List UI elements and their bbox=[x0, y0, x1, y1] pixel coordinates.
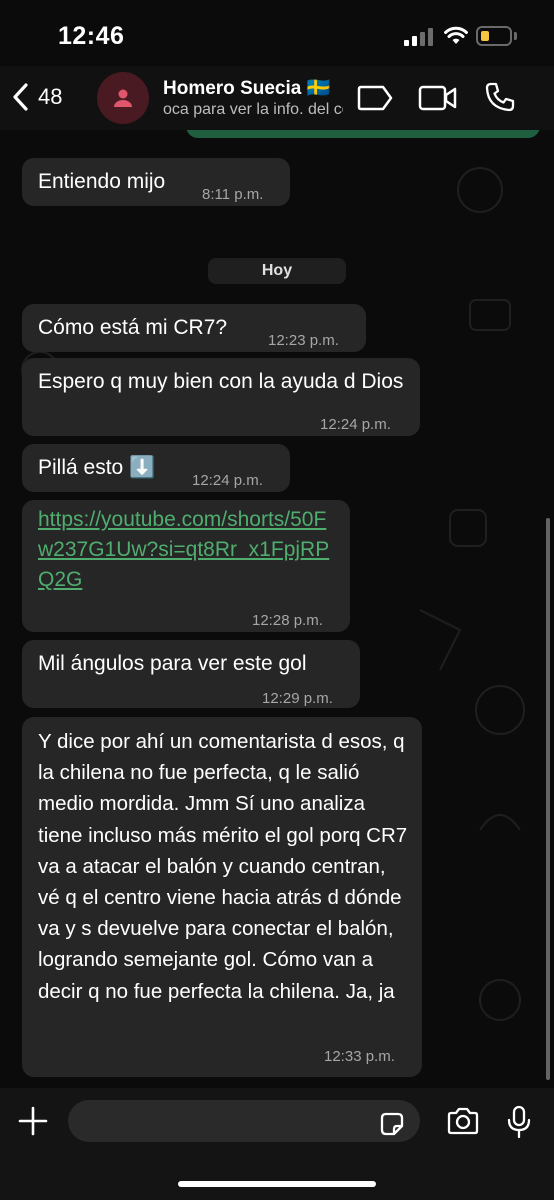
message-text: Mil ángulos para ver este gol bbox=[38, 652, 307, 675]
wifi-icon bbox=[444, 26, 468, 44]
message-bubble[interactable]: Cómo está mi CR7? 12:23 p.m. bbox=[22, 304, 366, 352]
chevron-left-icon bbox=[13, 83, 28, 111]
message-text: Cómo está mi CR7? bbox=[38, 316, 228, 339]
message-text: Y dice por ahí un comentarista d esos, q… bbox=[38, 730, 408, 1003]
status-time: 12:46 bbox=[58, 22, 125, 50]
contact-name[interactable]: Homero Suecia 🇸🇪 bbox=[163, 76, 330, 100]
camera-icon[interactable] bbox=[446, 1107, 480, 1135]
battery-tip bbox=[514, 32, 517, 40]
message-time: 12:24 p.m. bbox=[320, 416, 391, 433]
back-button[interactable]: 48 bbox=[10, 82, 62, 112]
message-time: 12:28 p.m. bbox=[252, 612, 323, 629]
label-icon[interactable] bbox=[356, 84, 394, 112]
sticker-icon[interactable] bbox=[378, 1110, 406, 1138]
message-link[interactable]: https://youtube.com/shorts/50Fw237G1Uw?s… bbox=[38, 505, 338, 595]
battery-icon bbox=[476, 26, 512, 46]
message-text: Pillá esto ⬇️ bbox=[38, 456, 156, 479]
message-time: 8:11 p.m. bbox=[202, 186, 264, 203]
message-input[interactable] bbox=[68, 1100, 420, 1142]
plus-icon[interactable] bbox=[18, 1106, 48, 1136]
message-bubble[interactable]: https://youtube.com/shorts/50Fw237G1Uw?s… bbox=[22, 500, 350, 632]
message-time: 12:23 p.m. bbox=[268, 332, 339, 349]
mic-icon[interactable] bbox=[506, 1105, 532, 1139]
message-time: 12:33 p.m. bbox=[324, 1048, 395, 1065]
message-text: Espero q muy bien con la ayuda d Dios bbox=[38, 370, 404, 393]
message-bubble[interactable]: Entiendo mijo 8:11 p.m. bbox=[22, 158, 290, 206]
message-bubble[interactable]: Pillá esto ⬇️ 12:24 p.m. bbox=[22, 444, 290, 492]
unread-count: 48 bbox=[38, 84, 63, 109]
person-icon bbox=[114, 89, 132, 107]
date-separator: Hoy bbox=[208, 258, 346, 284]
scrollbar[interactable] bbox=[546, 518, 550, 1080]
contact-info-hint[interactable]: oca para ver la info. del contacto bbox=[163, 101, 343, 119]
previous-outgoing-bubble bbox=[186, 130, 540, 138]
chat-header: 48 Homero Suecia 🇸🇪 oca para ver la info… bbox=[0, 66, 554, 130]
message-bubble[interactable]: Mil ángulos para ver este gol 12:29 p.m. bbox=[22, 640, 360, 708]
message-time: 12:24 p.m. bbox=[192, 472, 263, 489]
message-bubble[interactable]: Espero q muy bien con la ayuda d Dios 12… bbox=[22, 358, 420, 436]
message-time: 12:29 p.m. bbox=[262, 690, 333, 707]
video-icon[interactable] bbox=[418, 84, 458, 112]
chat-area[interactable]: Entiendo mijo 8:11 p.m. Hoy Cómo está mi… bbox=[0, 130, 554, 1088]
phone-icon[interactable] bbox=[484, 81, 516, 113]
message-bubble[interactable]: Y dice por ahí un comentarista d esos, q… bbox=[22, 717, 422, 1077]
avatar[interactable] bbox=[97, 72, 149, 124]
message-text: Entiendo mijo bbox=[38, 170, 166, 193]
home-indicator[interactable] bbox=[178, 1181, 376, 1187]
status-bar: 12:46 bbox=[0, 0, 554, 66]
signal-icon bbox=[404, 28, 434, 46]
